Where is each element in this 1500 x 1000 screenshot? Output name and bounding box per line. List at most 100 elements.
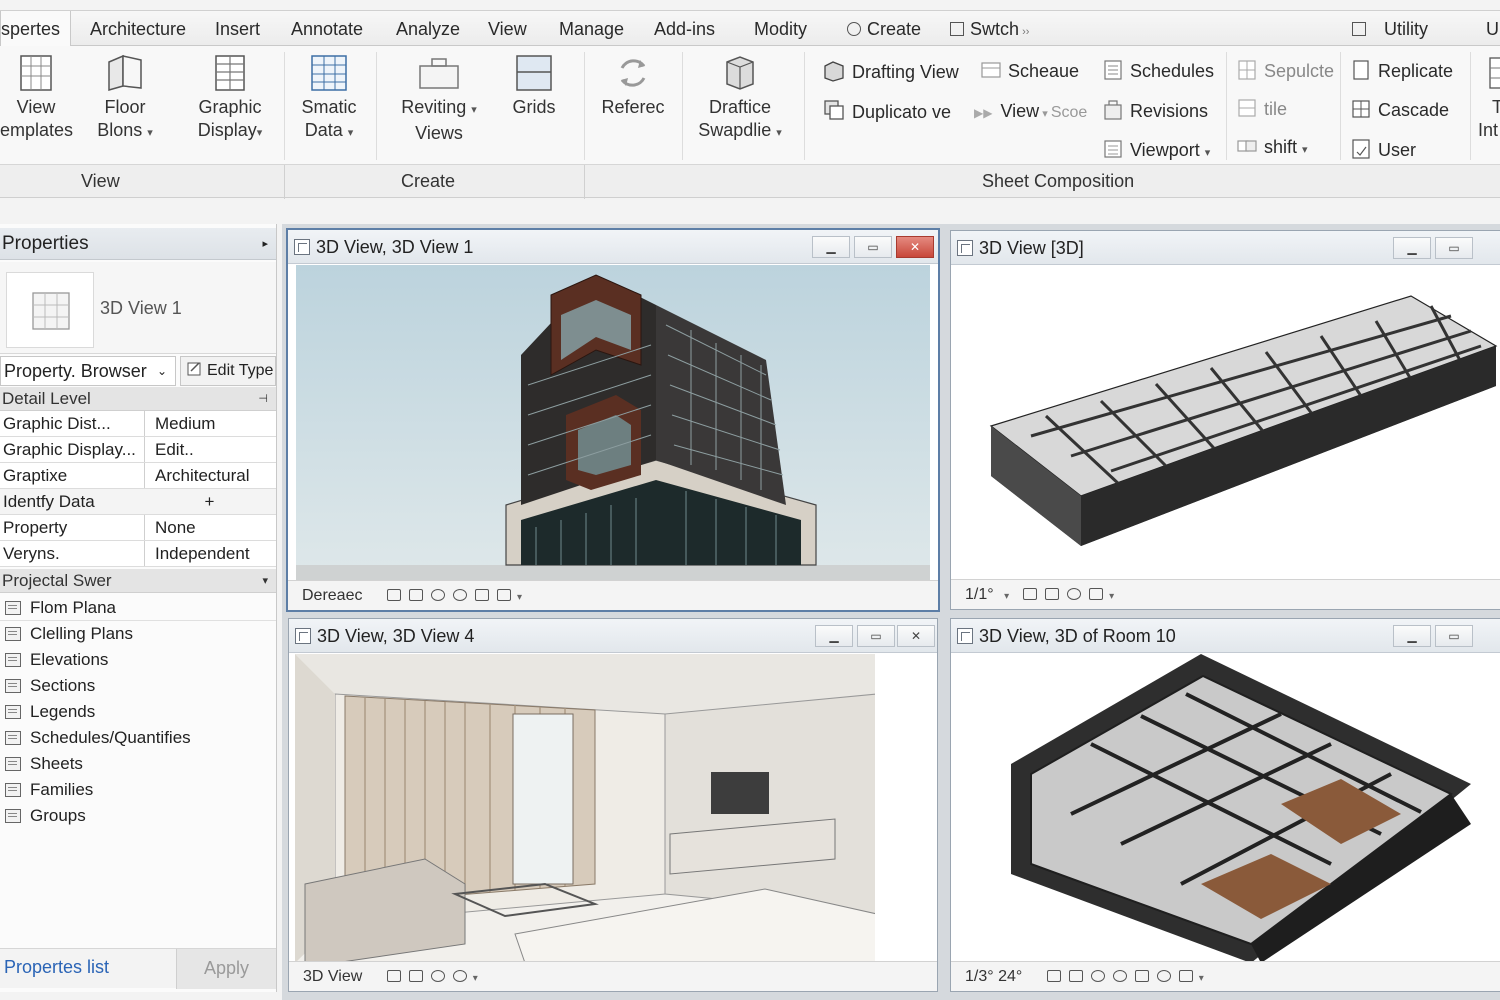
more-options-arrow-icon[interactable]: ▾ — [1109, 591, 1114, 602]
properties-help-link[interactable]: Propertes list — [4, 957, 109, 978]
shift-button[interactable]: shift ▾ — [1236, 134, 1308, 160]
property-browser-dropdown[interactable]: Property. Browser ⌄ — [0, 356, 176, 386]
detail-level-icon[interactable] — [1023, 588, 1038, 600]
reference-button[interactable]: Referec — [600, 54, 666, 119]
restore-button[interactable]: ▭ — [1435, 625, 1473, 647]
edit-type-button[interactable]: Edit Type — [180, 356, 276, 386]
show-crop-icon[interactable] — [496, 589, 511, 601]
browser-item[interactable]: Sections — [0, 673, 276, 699]
reveal-hidden-icon[interactable] — [1178, 970, 1193, 982]
scale-dropdown-icon[interactable]: ▾ — [1004, 591, 1009, 602]
tile-button[interactable]: tile — [1236, 96, 1287, 122]
smatic-data-button[interactable]: Smatic Data ▾ — [298, 54, 360, 145]
property-value[interactable]: None — [144, 515, 275, 540]
close-button[interactable]: ✕ — [896, 236, 934, 258]
browser-item[interactable]: Sheets — [0, 751, 276, 777]
view-window-3d-view-4[interactable]: 3D View, 3D View 4 ▁ ▭ ✕ 3D View ▾ — [288, 618, 938, 992]
duplicate-view-button[interactable]: Duplicato ve — [822, 98, 951, 124]
tab-modify[interactable]: Modity — [754, 11, 807, 47]
shadows-icon[interactable] — [452, 589, 467, 601]
tab-annotate[interactable]: Annotate — [291, 11, 363, 47]
more-options-arrow-icon[interactable]: ▾ — [1199, 973, 1204, 984]
tab-manage[interactable]: Manage — [559, 11, 624, 47]
browser-item[interactable]: Legends — [0, 699, 276, 725]
tab-properties[interactable]: spertes — [0, 11, 71, 48]
sun-path-icon[interactable] — [1090, 970, 1105, 982]
tab-switch[interactable]: Swtch ›› — [950, 11, 1029, 47]
view-canvas-room-cutaway[interactable] — [951, 654, 1500, 961]
crop-view-icon[interactable] — [1134, 970, 1149, 982]
property-value[interactable]: Architectural — [144, 463, 275, 488]
sepulcte-button[interactable]: Sepulcte — [1236, 58, 1334, 84]
expand-toggle[interactable]: + — [144, 489, 275, 514]
restore-button[interactable]: ▭ — [1435, 237, 1473, 259]
tab-ui[interactable]: Ui — [1486, 11, 1500, 47]
tab-architecture[interactable]: Architecture — [90, 11, 186, 47]
sun-path-icon[interactable] — [430, 970, 445, 982]
browser-item[interactable]: Elevations — [0, 647, 276, 673]
floor-plans-button[interactable]: Floor Blons ▾ — [92, 54, 158, 145]
minimize-button[interactable]: ▁ — [1393, 625, 1431, 647]
restore-button[interactable]: ▭ — [854, 236, 892, 258]
replicate-button[interactable]: Replicate — [1350, 58, 1453, 84]
view-window-3d-view-3d[interactable]: 3D View [3D] ▁ ▭ 1/1° ▾ ▾ — [950, 230, 1500, 610]
view-canvas-building-exterior[interactable] — [296, 265, 930, 580]
minimize-button[interactable]: ▁ — [815, 625, 853, 647]
tab-utility[interactable]: Utility — [1352, 11, 1428, 47]
browser-item[interactable]: Clelling Plans — [0, 621, 276, 647]
view-scale-label[interactable]: 3D View — [303, 968, 362, 985]
shadows-icon[interactable] — [1112, 970, 1127, 982]
property-value[interactable]: Medium — [144, 411, 275, 436]
viewport-button[interactable]: Viewport ▾ — [1102, 137, 1210, 163]
visual-style-icon[interactable] — [1068, 970, 1083, 982]
shadows-icon[interactable] — [1089, 588, 1104, 600]
detail-level-icon[interactable] — [386, 589, 401, 601]
revisions-button[interactable]: Revisions — [1102, 98, 1208, 124]
sun-path-icon[interactable] — [430, 589, 445, 601]
more-options-arrow-icon[interactable]: ▾ — [473, 973, 478, 984]
visual-style-icon[interactable] — [408, 970, 423, 982]
graphic-display-button[interactable]: Graphic Display▾ — [192, 54, 268, 145]
hide-isolate-icon[interactable] — [1156, 970, 1171, 982]
view-scale-label[interactable]: 1/1° — [965, 586, 994, 603]
shadows-icon[interactable] — [452, 970, 467, 982]
browser-item[interactable]: Flom Plana — [0, 595, 276, 621]
view-scale-label[interactable]: Dereaec — [302, 587, 362, 604]
view-window-3d-of-room-10[interactable]: 3D View, 3D of Room 10 ▁ ▭ 1/3° 24° ▾ — [950, 618, 1500, 992]
view-scope-button[interactable]: ▶▶ View ▾ Scoe — [974, 98, 1087, 124]
detail-level-icon[interactable] — [1046, 970, 1061, 982]
tab-add-ins[interactable]: Add-ins — [654, 11, 715, 47]
group-header-detail-level[interactable]: Detail Level ⊣ — [0, 387, 276, 411]
grids-button[interactable]: Grids — [508, 54, 560, 119]
view-canvas-floor-massing[interactable] — [951, 266, 1500, 579]
schedules-button[interactable]: Schedules — [1102, 58, 1214, 84]
browser-item[interactable]: Groups — [0, 803, 276, 829]
tab-analyze[interactable]: Analyze — [396, 11, 460, 47]
more-options-arrow-icon[interactable]: ▾ — [517, 592, 522, 603]
view-window-3d-view-1[interactable]: 3D View, 3D View 1 ▁ ▭ ✕ Dereaec ▾ — [286, 228, 940, 612]
tab-create[interactable]: Create — [847, 11, 921, 47]
crop-view-icon[interactable] — [474, 589, 489, 601]
minimize-button[interactable]: ▁ — [1393, 237, 1431, 259]
property-value[interactable]: Independent — [144, 541, 275, 566]
browser-item[interactable]: Families — [0, 777, 276, 803]
detail-level-icon[interactable] — [386, 970, 401, 982]
view-scale-label[interactable]: 1/3° 24° — [965, 968, 1022, 985]
user-button[interactable]: User — [1350, 137, 1416, 163]
schedule-button[interactable]: Scheaue — [980, 58, 1079, 84]
visual-style-icon[interactable] — [408, 589, 423, 601]
browser-item[interactable]: Schedules/Quantifies — [0, 725, 276, 751]
tab-insert[interactable]: Insert — [215, 11, 260, 47]
minimize-button[interactable]: ▁ — [812, 236, 850, 258]
apply-button[interactable]: Apply — [176, 949, 276, 989]
panel-menu-arrow-icon[interactable]: ▸ — [262, 228, 268, 260]
view-canvas-interior[interactable] — [295, 654, 875, 961]
group-header-project-browser[interactable]: Projectal Swer ▾ — [0, 569, 276, 593]
close-button[interactable]: ✕ — [897, 625, 935, 647]
tab-view[interactable]: View — [488, 11, 527, 47]
visual-style-icon[interactable] — [1045, 588, 1060, 600]
draftice-swapdlie-button[interactable]: Draftice Swapdlie ▾ — [694, 54, 786, 145]
sun-path-icon[interactable] — [1067, 588, 1082, 600]
property-value[interactable]: Edit.. — [144, 437, 275, 462]
restore-button[interactable]: ▭ — [857, 625, 895, 647]
